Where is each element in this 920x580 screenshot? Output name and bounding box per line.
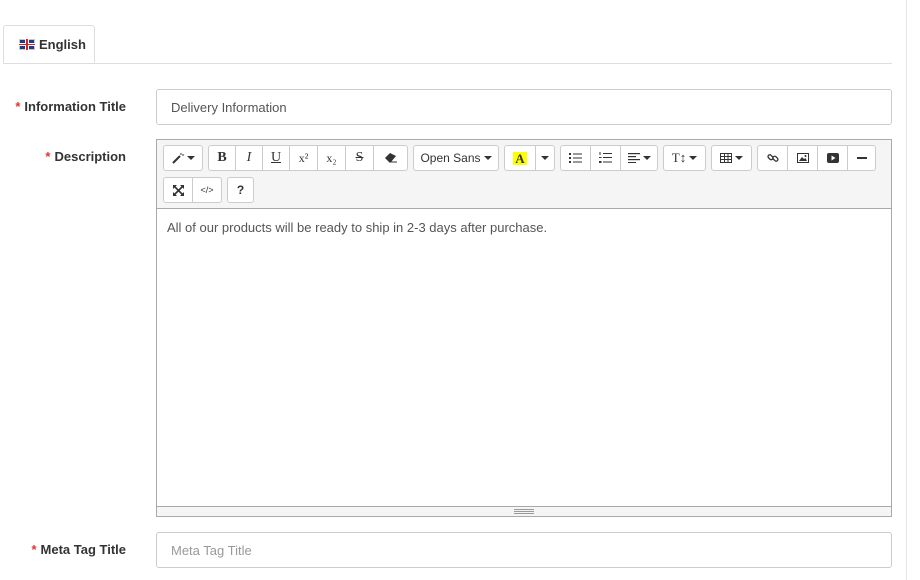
- eraser-icon: [384, 153, 397, 163]
- fullscreen-icon: [172, 184, 184, 196]
- ordered-list-icon: [599, 152, 612, 163]
- editor-content[interactable]: All of our products will be ready to shi…: [167, 220, 547, 235]
- table-icon: [720, 153, 732, 163]
- subscript-button[interactable]: x₂: [317, 145, 346, 171]
- required-marker: *: [15, 99, 21, 114]
- picture-button[interactable]: [787, 145, 818, 171]
- tab-english-label: English: [39, 36, 86, 52]
- superscript-label: x²: [298, 150, 309, 165]
- chevron-down-icon: [483, 156, 492, 160]
- help-button[interactable]: ?: [227, 177, 254, 203]
- clear-format-button[interactable]: [373, 145, 408, 171]
- editor-resize-bar[interactable]: [157, 506, 891, 516]
- text-color-icon: A: [513, 150, 527, 166]
- information-title-label: * Information Title: [15, 99, 126, 114]
- subscript-label: x₂: [326, 150, 337, 165]
- superscript-button[interactable]: x²: [289, 145, 318, 171]
- editor-toolbar: B I U x² x₂ S Open Sans A T↕ </> ?: [157, 140, 891, 209]
- page-right-border: [906, 0, 907, 580]
- resize-grip-icon: [514, 509, 534, 514]
- italic-label: I: [246, 150, 252, 165]
- unordered-list-button[interactable]: [560, 145, 591, 171]
- meta-tag-title-label-text: Meta Tag Title: [40, 542, 126, 557]
- font-name-label: Open Sans: [420, 151, 481, 165]
- italic-button[interactable]: I: [235, 145, 263, 171]
- bold-label: B: [217, 150, 227, 165]
- description-label-text: Description: [54, 149, 126, 164]
- tab-english[interactable]: English: [3, 25, 95, 63]
- code-icon: </>: [200, 185, 214, 195]
- link-icon: [766, 154, 779, 162]
- font-name-dropdown[interactable]: Open Sans: [413, 145, 499, 171]
- description-label: * Description: [45, 149, 126, 164]
- paragraph-align-dropdown[interactable]: [620, 145, 658, 171]
- underline-label: U: [270, 150, 282, 165]
- magic-wand-icon: [171, 153, 184, 164]
- link-button[interactable]: [757, 145, 788, 171]
- unordered-list-icon: [569, 153, 582, 163]
- uk-flag-icon: [19, 38, 35, 50]
- meta-tag-title-label: * Meta Tag Title: [31, 542, 126, 557]
- required-marker: *: [45, 149, 51, 164]
- meta-tag-title-input[interactable]: [156, 532, 892, 568]
- fullscreen-button[interactable]: [163, 177, 193, 203]
- chevron-down-icon: [735, 156, 743, 160]
- picture-icon: [796, 153, 809, 163]
- information-title-input[interactable]: [156, 89, 892, 125]
- description-editor: B I U x² x₂ S Open Sans A T↕ </> ? All o…: [156, 139, 892, 517]
- horizontal-rule-button[interactable]: [847, 145, 876, 171]
- table-dropdown[interactable]: [711, 145, 752, 171]
- chevron-down-icon: [689, 156, 698, 160]
- color-dropdown-button[interactable]: [535, 145, 555, 171]
- underline-button[interactable]: U: [262, 145, 290, 171]
- align-left-icon: [627, 153, 640, 163]
- text-height-icon: T↕: [671, 150, 687, 165]
- chevron-down-icon: [642, 156, 651, 160]
- chevron-down-icon: [186, 156, 195, 160]
- recent-color-button[interactable]: A: [504, 145, 536, 171]
- information-title-label-text: Information Title: [24, 99, 126, 114]
- help-icon: ?: [236, 183, 245, 197]
- chevron-down-icon: [541, 156, 549, 160]
- bold-button[interactable]: B: [208, 145, 236, 171]
- required-marker: *: [31, 542, 37, 557]
- style-dropdown-button[interactable]: [163, 145, 203, 171]
- horizontal-rule-icon: [856, 157, 867, 159]
- ordered-list-button[interactable]: [590, 145, 621, 171]
- strikethrough-label: S: [355, 150, 364, 165]
- strikethrough-button[interactable]: S: [345, 145, 374, 171]
- video-icon: [826, 153, 839, 163]
- codeview-button[interactable]: </>: [192, 177, 222, 203]
- video-button[interactable]: [817, 145, 848, 171]
- tab-divider: [3, 63, 892, 64]
- line-height-dropdown[interactable]: T↕: [663, 145, 706, 171]
